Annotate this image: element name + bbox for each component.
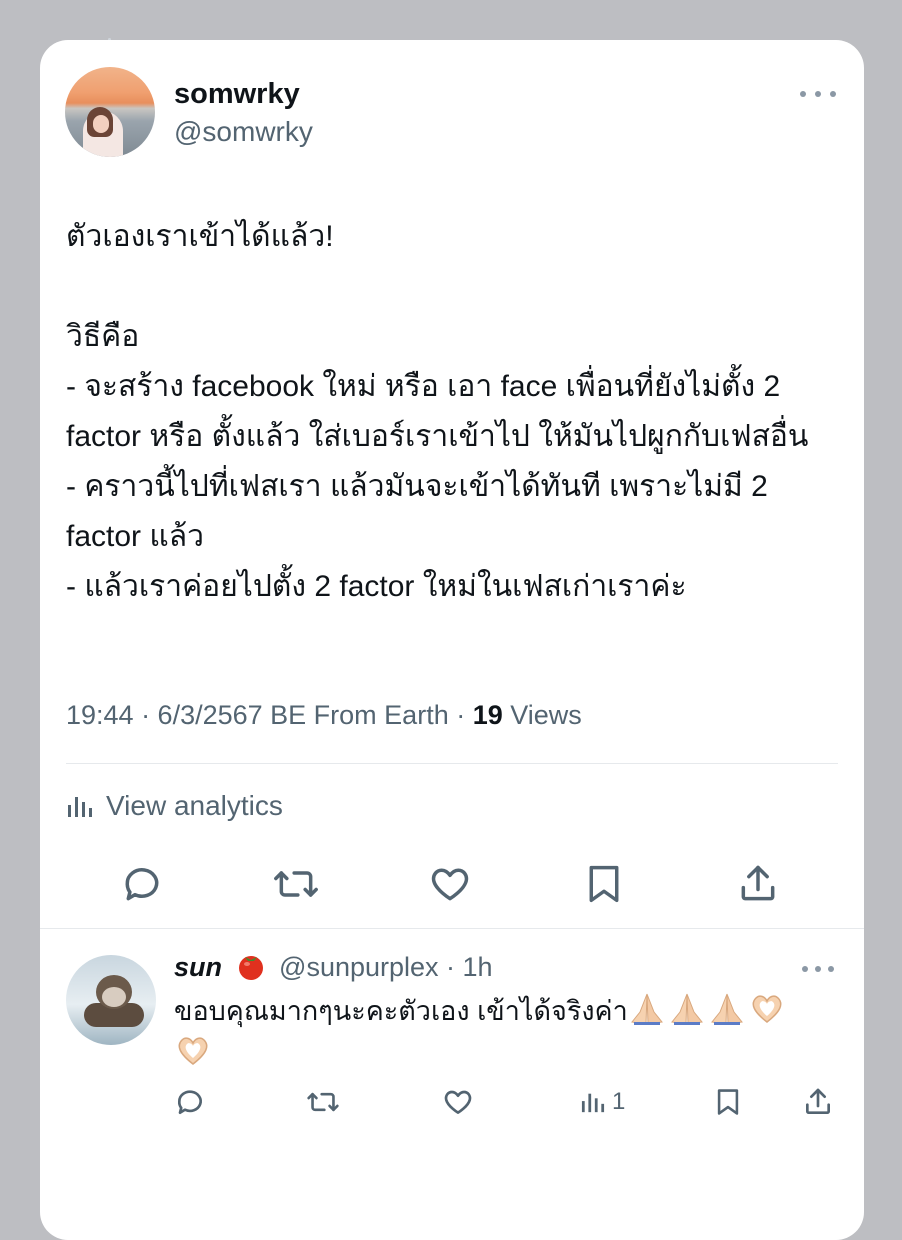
reply-actions: 1 bbox=[40, 1084, 864, 1120]
reply-reply-icon[interactable] bbox=[174, 1084, 206, 1120]
divider bbox=[66, 763, 838, 764]
avatar-face bbox=[93, 115, 109, 133]
reply-display-name[interactable]: sun bbox=[174, 952, 222, 982]
views-label: Views bbox=[502, 700, 582, 730]
reply-retweet-icon[interactable] bbox=[306, 1084, 340, 1120]
view-analytics-label: View analytics bbox=[106, 790, 283, 821]
reply-emojis-line2 bbox=[174, 1034, 212, 1068]
reply-view-count: 1 bbox=[612, 1088, 626, 1115]
author-display-name[interactable]: somwrky bbox=[174, 78, 300, 111]
reply-icon[interactable] bbox=[118, 860, 166, 908]
reply-more-options-icon[interactable] bbox=[802, 960, 834, 978]
retweet-icon[interactable] bbox=[272, 860, 320, 908]
reply-separator bbox=[40, 928, 864, 929]
tweet-meta: 19:44 · 6/3/2567 BE From Earth · 19 View… bbox=[66, 700, 582, 731]
reply-views[interactable]: 1 bbox=[580, 1084, 625, 1120]
tomato-emoji-icon bbox=[238, 956, 263, 980]
heart-hands-icon bbox=[752, 995, 782, 1023]
avatar-otter-face bbox=[102, 987, 126, 1007]
heart-hands-icon bbox=[178, 1037, 208, 1065]
analytics-icon bbox=[68, 797, 92, 817]
author-avatar[interactable] bbox=[65, 67, 155, 157]
reply-handle-time[interactable]: @sunpurplex · 1h bbox=[279, 952, 493, 982]
share-icon[interactable] bbox=[734, 860, 782, 908]
more-options-icon[interactable] bbox=[800, 84, 836, 104]
reply-text-block: ขอบคุณมากๆนะคะตัวเอง เข้าได้จริงค่า bbox=[174, 990, 854, 1074]
tweet-actions bbox=[40, 860, 864, 908]
reply-header: sun @sunpurplex · 1h bbox=[174, 952, 493, 983]
views-icon bbox=[581, 1093, 605, 1113]
reply-text: ขอบคุณมากๆนะคะตัวเอง เข้าได้จริงค่า bbox=[174, 996, 628, 1026]
author-handle[interactable]: @somwrky bbox=[174, 116, 313, 148]
reply-author-avatar[interactable] bbox=[66, 955, 156, 1045]
views-count: 19 bbox=[472, 700, 503, 730]
folded-hands-icon bbox=[710, 993, 743, 1025]
reply-bookmark-icon[interactable] bbox=[714, 1084, 742, 1120]
tweet-card: somwrky @somwrky ตัวเองเราเข้าได้แล้ว! ว… bbox=[40, 40, 864, 1240]
reply-share-icon[interactable] bbox=[802, 1084, 834, 1120]
reply-like-icon[interactable] bbox=[442, 1084, 474, 1120]
folded-hands-icon bbox=[670, 993, 703, 1025]
view-analytics-link[interactable]: View analytics bbox=[66, 786, 283, 826]
tweet-text: ตัวเองเราเข้าได้แล้ว! วิธีคือ - จะสร้าง … bbox=[66, 220, 809, 603]
reply-emojis bbox=[628, 992, 786, 1026]
tweet-timestamp[interactable]: 19:44 · 6/3/2567 BE From Earth · bbox=[66, 700, 473, 730]
like-icon[interactable] bbox=[426, 860, 474, 908]
folded-hands-icon bbox=[630, 993, 663, 1025]
bookmark-icon[interactable] bbox=[580, 860, 628, 908]
